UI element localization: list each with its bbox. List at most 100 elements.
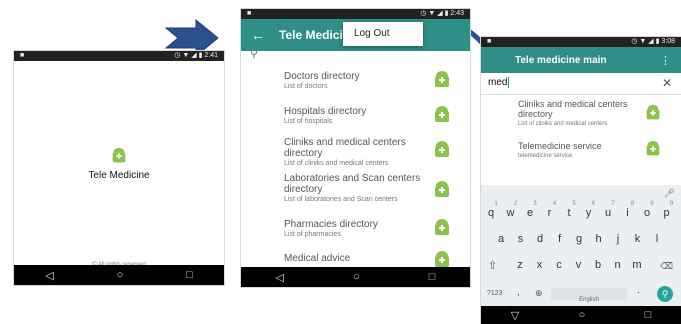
result-item[interactable]: Telemedicine service telemedicine servic… xyxy=(518,141,638,160)
list-item[interactable]: Laboratories and Scan centers directory … xyxy=(284,173,424,204)
back-nav-icon[interactable]: ◁ xyxy=(276,271,284,284)
logout-menu-item[interactable]: Log Out xyxy=(354,28,390,39)
directory-icon xyxy=(435,141,449,157)
recents-nav-icon[interactable]: □ xyxy=(645,309,652,321)
key-n[interactable]: n xyxy=(611,259,625,271)
search-icon[interactable]: ⚲ xyxy=(250,47,258,60)
key-g[interactable]: g xyxy=(572,233,586,245)
status-time: 2:41 xyxy=(204,52,218,59)
list-item[interactable]: Pharmacies directory List of pharmacies xyxy=(284,219,424,239)
key-k[interactable]: k xyxy=(631,233,645,245)
back-nav-icon[interactable]: ▽ xyxy=(511,309,519,322)
item-title: Cliniks and medical centers directory xyxy=(284,137,406,159)
result-item[interactable]: Cliniks and medical centers directory Li… xyxy=(518,99,638,128)
key-z[interactable]: z xyxy=(513,259,527,271)
soft-keyboard: 🎤︎ q1w2e3r4t5y6u7i8o9p0 asdfghjkl zxcvbn… xyxy=(481,185,681,306)
list-item[interactable]: Medical advice xyxy=(284,253,424,264)
key-i[interactable]: i xyxy=(621,207,635,219)
splash-screen: ■ ◷ ▼ ◢ ▮ 2:41 Tele Medicine © All right… xyxy=(14,51,224,285)
key-d[interactable]: d xyxy=(533,233,547,245)
key-hint-5: 5 xyxy=(572,201,576,207)
home-nav-icon[interactable]: ○ xyxy=(117,269,124,281)
list-item[interactable]: Hospitals directory List of hospitals xyxy=(284,106,424,126)
mic-icon[interactable]: 🎤︎ xyxy=(664,188,675,199)
search-key[interactable]: ⚲ xyxy=(657,286,673,302)
result-title: Telemedicine service xyxy=(518,141,602,151)
key-b[interactable]: b xyxy=(591,259,605,271)
status-time: 2:43 xyxy=(450,10,464,17)
app-logo-icon xyxy=(112,147,126,163)
key-y[interactable]: y xyxy=(582,207,596,219)
item-subtitle: List of laboratories and Scan centers xyxy=(284,196,398,203)
search-bar: med ✕ xyxy=(481,73,681,95)
key-hint-8: 8 xyxy=(630,201,635,207)
key-p[interactable]: p xyxy=(660,207,674,219)
toolbar-title: Tele medicine main xyxy=(515,54,607,66)
main-menu-screen: ■ ◷ ▼ ◢ ▮ 2:43 ← Tele Medicine Log Out ⚲… xyxy=(241,9,470,287)
recents-nav-icon[interactable]: □ xyxy=(429,271,436,283)
result-title: Cliniks and medical centers directory xyxy=(518,99,628,119)
key-a[interactable]: a xyxy=(494,233,508,245)
directory-icon xyxy=(435,106,449,122)
key-s[interactable]: s xyxy=(514,233,528,245)
search-screen: ■ ◷ ▼ ◢ ▮ 3:08 Tele medicine main ⋮ med … xyxy=(481,37,681,324)
item-title: Pharmacies directory xyxy=(284,219,378,230)
back-arrow-icon[interactable]: ← xyxy=(251,27,265,43)
list-item[interactable]: Cliniks and medical centers directory Li… xyxy=(284,137,424,168)
key-hint-7: 7 xyxy=(611,201,615,207)
search-input[interactable]: med xyxy=(488,77,510,88)
item-title: Medical advice xyxy=(284,253,351,264)
key-hint-0: 0 xyxy=(669,201,674,207)
backspace-key-icon[interactable]: ⌫ xyxy=(660,261,673,272)
notification-icon: ■ xyxy=(20,52,25,59)
globe-key-icon[interactable]: ⊕ xyxy=(535,288,543,299)
key-u[interactable]: u xyxy=(601,207,615,219)
status-icons: ◷ ▼ ◢ ▮ 2:43 xyxy=(420,10,464,17)
app-name: Tele Medicine xyxy=(88,170,150,181)
item-subtitle: List of pharmacies xyxy=(284,231,341,238)
status-icons: ◷ ▼ ◢ ▮ 3:08 xyxy=(631,38,675,45)
key-c[interactable]: c xyxy=(552,259,566,271)
key-f[interactable]: f xyxy=(553,233,567,245)
key-h[interactable]: h xyxy=(592,233,606,245)
notification-icon: ■ xyxy=(487,38,492,45)
key-q[interactable]: q xyxy=(484,207,498,219)
key-t[interactable]: t xyxy=(562,207,576,219)
item-title: Hospitals directory xyxy=(284,106,367,117)
key-hint-2: 2 xyxy=(513,201,518,207)
key-v[interactable]: v xyxy=(572,259,586,271)
key-hint-1: 1 xyxy=(494,201,498,207)
symbols-key[interactable]: ?123 xyxy=(487,290,503,297)
recents-nav-icon[interactable]: □ xyxy=(186,269,193,281)
nav-bar: ◁ ○ □ xyxy=(241,267,470,287)
list-item[interactable]: Doctors directory List of doctors xyxy=(284,71,424,91)
item-title: Laboratories and Scan centers directory xyxy=(284,173,421,195)
key-j[interactable]: j xyxy=(611,233,625,245)
key-hint-9: 9 xyxy=(650,201,654,207)
key-hint-3: 3 xyxy=(533,201,537,207)
space-key[interactable]: English xyxy=(551,288,627,303)
home-nav-icon[interactable]: ○ xyxy=(353,271,360,283)
item-title: Doctors directory xyxy=(284,71,360,82)
key-w[interactable]: w xyxy=(504,207,518,219)
status-icons: ◷ ▼ ◢ ▮ 2:41 xyxy=(174,52,218,59)
more-options-icon[interactable]: ⋮ xyxy=(660,54,671,67)
result-icon xyxy=(646,104,660,120)
directory-icon xyxy=(435,181,449,197)
period-key[interactable]: . xyxy=(637,285,640,296)
directory-icon xyxy=(435,71,449,87)
space-key-label: English xyxy=(579,297,599,303)
key-x[interactable]: x xyxy=(533,259,547,271)
key-l[interactable]: l xyxy=(650,233,664,245)
key-e[interactable]: e xyxy=(523,207,537,219)
key-o[interactable]: o xyxy=(640,207,654,219)
clear-search-icon[interactable]: ✕ xyxy=(662,76,672,90)
shift-key-icon[interactable]: ⇧ xyxy=(488,259,497,272)
item-subtitle: List of doctors xyxy=(284,83,328,90)
key-r[interactable]: r xyxy=(543,207,557,219)
comma-key[interactable]: , xyxy=(517,287,520,298)
back-nav-icon[interactable]: ◁ xyxy=(45,269,53,282)
home-nav-icon[interactable]: ○ xyxy=(579,309,586,321)
result-icon xyxy=(646,140,660,156)
key-m[interactable]: m xyxy=(630,259,644,271)
